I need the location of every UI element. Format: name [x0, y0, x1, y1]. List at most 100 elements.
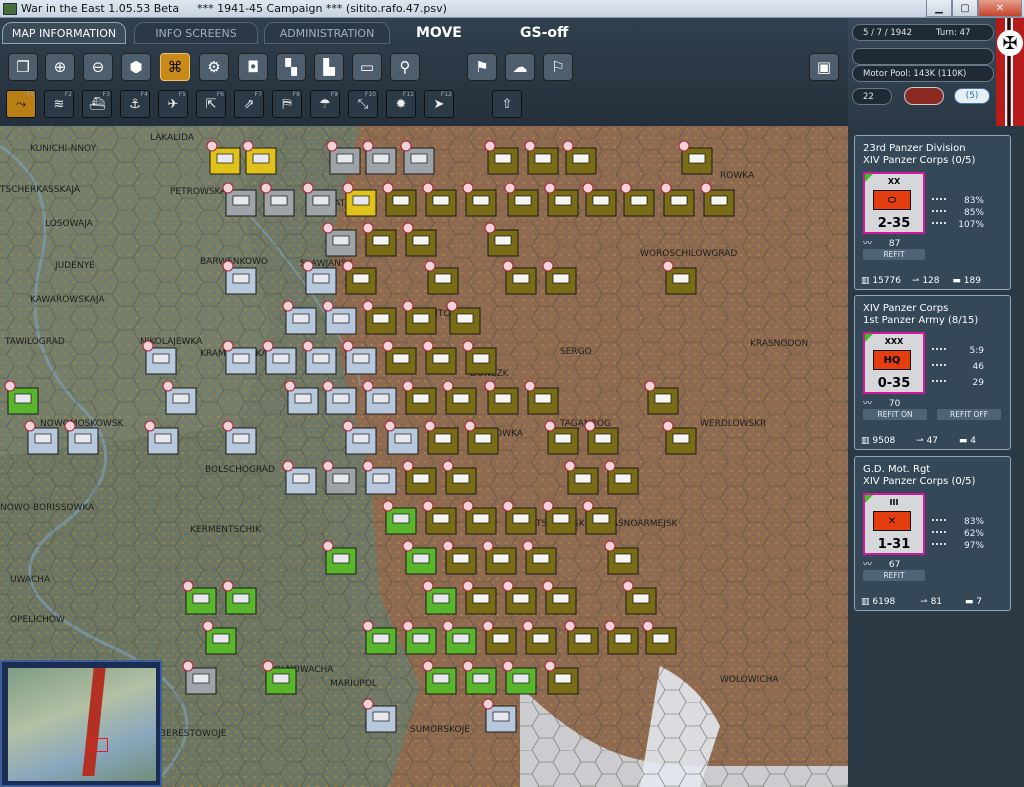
weather-icon[interactable]: ☁: [505, 53, 535, 81]
close-icon[interactable]: ✕: [978, 0, 1022, 17]
right-panel: 5 / 7 / 1942 Turn: 47 Motor Pool: 143K (…: [848, 18, 1024, 787]
screen-icon[interactable]: ▭: [352, 53, 382, 81]
panel-toggle-icon[interactable]: ❐: [8, 53, 38, 81]
unit-symbol: [432, 593, 450, 604]
filter-icon[interactable]: ⚲: [390, 53, 420, 81]
refit-button[interactable]: REFIT: [863, 249, 925, 260]
move-points-marker: [700, 182, 712, 194]
unit-symbol: [572, 153, 590, 164]
unit-symbol: [512, 273, 530, 284]
move-points-marker: [542, 580, 554, 592]
bombing-icon[interactable]: ✹ F11: [386, 90, 416, 118]
hq-symbol: HQ: [873, 350, 911, 370]
unit-symbol: [312, 273, 330, 284]
move-points-marker: [422, 580, 434, 592]
unit-symbol: [630, 195, 648, 206]
minimize-icon[interactable]: ▁: [926, 0, 952, 17]
zoom-in-icon[interactable]: ⊕: [45, 53, 75, 81]
move-points-marker: [484, 380, 496, 392]
naval-move-icon[interactable]: ⛴ F3: [82, 90, 112, 118]
unit-symbol: [472, 353, 490, 364]
maximize-icon[interactable]: ▢: [952, 0, 978, 17]
unit-symbol: [710, 195, 728, 206]
unit-circle-icon[interactable]: ◘: [238, 53, 268, 81]
unit-symbol: [512, 513, 530, 524]
move-points-marker: [442, 380, 454, 392]
move-points-marker: [322, 460, 334, 472]
move-points-marker: [524, 140, 536, 152]
air-transfer-icon[interactable]: ⇗ F7: [234, 90, 264, 118]
rail-move-icon[interactable]: ≋ F2: [44, 90, 74, 118]
move-points-marker: [446, 300, 458, 312]
zoom-out-icon[interactable]: ⊖: [83, 53, 113, 81]
next-icon[interactable]: ➤ F12: [424, 90, 454, 118]
unit-symbol: [494, 393, 512, 404]
unit-card-motorized-regiment[interactable]: G.D. Mot. Rgt XIV Panzer Corps (0/5) III…: [854, 456, 1011, 611]
hex-view-icon[interactable]: ⬢: [121, 53, 151, 81]
unit-parent: XIV Panzer Corps (0/5): [863, 476, 976, 487]
unit-symbol: [672, 433, 690, 444]
unit-counter[interactable]: III ✕ 1-31: [863, 493, 925, 555]
minimap[interactable]: [0, 660, 162, 787]
minimap-viewport[interactable]: [90, 738, 108, 752]
recon-icon[interactable]: ⤡ F10: [348, 90, 378, 118]
center-icon[interactable]: ⇧: [492, 90, 522, 118]
road-move-icon[interactable]: ⤳ F1: [6, 90, 36, 118]
refit-button[interactable]: REFIT: [863, 570, 925, 581]
unit-symbol: [472, 593, 490, 604]
tab-administration[interactable]: ADMINISTRATION: [264, 22, 390, 44]
move-mode-label[interactable]: MOVE: [416, 22, 462, 44]
unit-symbol: [272, 673, 290, 684]
unit-symbol: [216, 153, 234, 164]
options-icon[interactable]: ▣: [809, 53, 839, 81]
flag-icon[interactable]: ⚐: [543, 53, 573, 81]
unit-symbol: [412, 393, 430, 404]
tank-icon[interactable]: [904, 87, 944, 105]
tab-info-screens[interactable]: INFO SCREENS: [134, 22, 258, 44]
flag-move-icon[interactable]: ⚑: [467, 53, 497, 81]
unit-mode-icon[interactable]: ⌘: [160, 53, 190, 81]
stat-row: 46: [932, 362, 984, 372]
minimap-front-line: [82, 668, 106, 776]
unit-symbol: [372, 153, 390, 164]
refit-off-button[interactable]: REFIT OFF: [937, 409, 1001, 420]
move-points-marker: [402, 300, 414, 312]
unit-symbol: [14, 393, 32, 404]
move-points-marker: [206, 140, 218, 152]
move-points-marker: [584, 420, 596, 432]
unit-card-panzer-division[interactable]: 23rd Panzer Division XIV Panzer Corps (0…: [854, 135, 1011, 290]
move-points-marker: [462, 580, 474, 592]
unit-symbol: [614, 473, 632, 484]
naval-transport-icon[interactable]: ⚓ F4: [120, 90, 150, 118]
unit-symbol: [654, 393, 672, 404]
unit-symbol: [372, 393, 390, 404]
rebase-icon[interactable]: ⇱ F6: [196, 90, 226, 118]
supply-icon[interactable]: ▚: [276, 53, 306, 81]
unit-symbol: [292, 473, 310, 484]
unit-counter[interactable]: XX ⬭ 2-35: [863, 172, 925, 234]
air-mission-icon[interactable]: ✈ F5: [158, 90, 188, 118]
airfield-icon[interactable]: ⛿ F8: [272, 90, 302, 118]
tab-map-information[interactable]: MAP INFORMATION: [2, 22, 126, 44]
unit-symbol: [272, 353, 290, 364]
unit-symbol: [392, 513, 410, 524]
unit-symbol: [434, 433, 452, 444]
unit-symbol: [432, 513, 450, 524]
place-label: ROWKA: [720, 171, 755, 181]
factory-icon[interactable]: ▙: [314, 53, 344, 81]
minimap-terrain[interactable]: [8, 668, 156, 781]
unit-counter[interactable]: XXX HQ 0-35: [863, 332, 925, 394]
ground-support-toggle[interactable]: GS-off: [520, 22, 568, 44]
nation-flag: ✠: [996, 18, 1024, 126]
stat-row: 85%: [932, 208, 984, 218]
unit-name: 23rd Panzer Division: [863, 143, 966, 154]
gear-icon[interactable]: ⚙: [199, 53, 229, 81]
reserve-badge[interactable]: (5): [954, 88, 990, 104]
air-supply-icon[interactable]: ☂ F9: [310, 90, 340, 118]
unit-card-panzer-corps[interactable]: XIV Panzer Corps 1st Panzer Army (8/15) …: [854, 295, 1011, 450]
date-text: 5 / 7 / 1942: [863, 27, 912, 38]
unit-symbol: [294, 393, 312, 404]
unit-symbol: [372, 313, 390, 324]
refit-on-button[interactable]: REFIT ON: [863, 409, 927, 420]
move-points-marker: [422, 660, 434, 672]
